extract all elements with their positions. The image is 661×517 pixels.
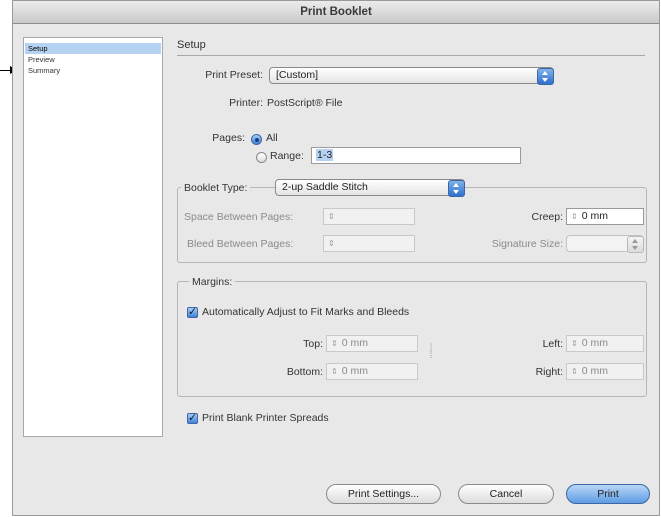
stepper-icon[interactable]: ⇕ <box>571 209 578 224</box>
print-blank-spreads-label: Print Blank Printer Spreads <box>202 412 329 424</box>
pages-range-label: Range: <box>270 150 304 162</box>
sidebar-item-summary[interactable]: Summary <box>25 65 161 76</box>
sidebar-item-setup[interactable]: Setup <box>25 43 161 54</box>
print-button[interactable]: Print <box>566 484 650 504</box>
pages-label: Pages: <box>212 132 245 144</box>
margin-bottom-value: 0 mm <box>341 365 368 377</box>
pages-all-radio[interactable] <box>251 134 262 145</box>
margin-top-field: ⇕ 0 mm <box>326 335 418 352</box>
margin-bottom-field: ⇕ 0 mm <box>326 363 418 380</box>
stepper-icon: ⇕ <box>571 339 578 348</box>
booklet-type-popup[interactable]: 2-up Saddle Stitch <box>275 179 465 197</box>
margin-bottom-label: Bottom: <box>286 366 323 378</box>
pages-range-radio[interactable] <box>256 152 267 163</box>
section-divider <box>177 55 645 56</box>
signature-size-popup <box>566 235 644 253</box>
print-preset-popup[interactable]: [Custom] <box>269 67 554 85</box>
pages-all-label: All <box>266 132 278 144</box>
chain-link-icon: ⁞ ⁞ <box>429 343 433 361</box>
stepper-icon: ⇕ <box>331 339 338 348</box>
print-preset-label: Print Preset: <box>205 69 263 81</box>
window-title: Print Booklet <box>13 1 659 24</box>
creep-value: 0 mm <box>581 210 608 222</box>
margin-right-value: 0 mm <box>581 365 608 377</box>
space-between-pages-field: ⇕ <box>323 208 415 225</box>
sidebar-item-preview[interactable]: Preview <box>25 54 161 65</box>
margin-top-value: 0 mm <box>341 337 368 349</box>
printer-label: Printer: <box>229 97 263 109</box>
chevron-updown-icon <box>627 236 644 253</box>
section-title: Setup <box>177 39 206 51</box>
stepper-icon: ⇕ <box>571 367 578 376</box>
print-preset-value: [Custom] <box>276 69 319 81</box>
creep-label: Creep: <box>531 211 563 223</box>
bleed-between-pages-field: ⇕ <box>323 235 415 252</box>
booklet-type-value: 2-up Saddle Stitch <box>282 181 368 193</box>
auto-adjust-checkbox[interactable]: ✓ <box>187 307 198 318</box>
stepper-icon: ⇕ <box>328 239 335 248</box>
stepper-icon: ⇕ <box>331 367 338 376</box>
margin-left-field: ⇕ 0 mm <box>566 335 644 352</box>
pages-range-input[interactable]: 1-3 <box>311 147 521 164</box>
chevron-updown-icon <box>537 68 554 85</box>
chevron-updown-icon <box>448 180 465 197</box>
margin-right-label: Right: <box>535 366 563 378</box>
margin-right-field: ⇕ 0 mm <box>566 363 644 380</box>
space-between-pages-label: Space Between Pages: <box>184 211 294 223</box>
margin-left-label: Left: <box>542 338 563 350</box>
margin-top-label: Top: <box>303 338 323 350</box>
margins-title: Margins: <box>189 276 236 288</box>
sidebar: Setup Preview Summary <box>23 37 163 437</box>
auto-adjust-label: Automatically Adjust to Fit Marks and Bl… <box>202 306 410 318</box>
margin-left-value: 0 mm <box>581 337 608 349</box>
pages-range-value: 1-3 <box>316 149 334 161</box>
print-blank-spreads-checkbox[interactable]: ✓ <box>187 413 198 424</box>
creep-field[interactable]: ⇕ 0 mm <box>566 208 644 225</box>
print-booklet-dialog: Print Booklet Setup Preview Summary Setu… <box>12 0 660 516</box>
signature-size-label: Signature Size: <box>491 238 563 250</box>
printer-value: PostScript® File <box>267 97 343 109</box>
stepper-icon: ⇕ <box>328 212 335 221</box>
cancel-button[interactable]: Cancel <box>458 484 554 504</box>
print-settings-button[interactable]: Print Settings... <box>326 484 441 504</box>
bleed-between-pages-label: Bleed Between Pages: <box>187 238 294 250</box>
booklet-type-label: Booklet Type: <box>181 182 251 194</box>
